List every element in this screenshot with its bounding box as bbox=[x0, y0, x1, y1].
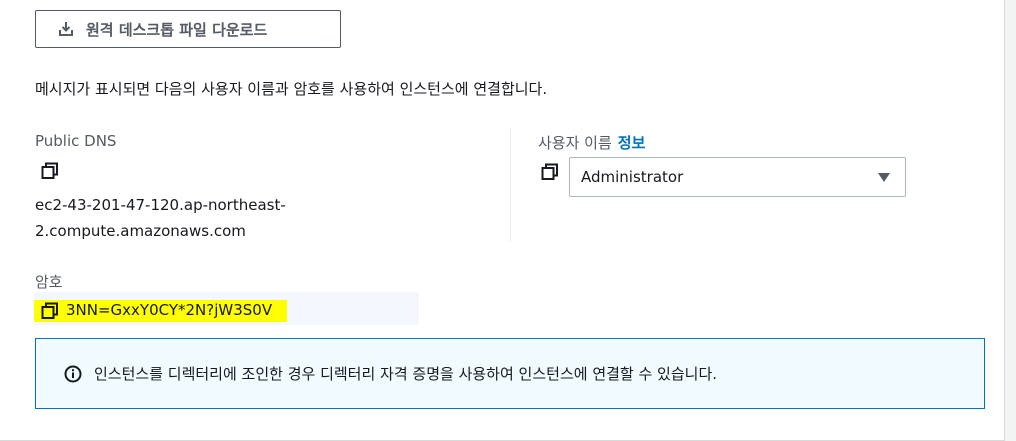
page-background-strip bbox=[1005, 0, 1016, 441]
public-dns-label: Public DNS bbox=[35, 132, 117, 150]
password-row: 3NN=GxxY0CY*2N?jW3S0V bbox=[34, 292, 419, 325]
download-rdp-file-label: 원격 데스크톱 파일 다운로드 bbox=[86, 20, 268, 39]
public-dns-line-1: ec2-43-201-47-120.ap-northeast- bbox=[35, 196, 286, 214]
public-dns-value: ec2-43-201-47-120.ap-northeast- 2.comput… bbox=[35, 192, 335, 244]
username-info-link[interactable]: 정보 bbox=[618, 134, 646, 152]
password-label: 암호 bbox=[35, 273, 63, 291]
connect-instructions: 메시지가 표시되면 다음의 사용자 이름과 암호를 사용하여 인스턴스에 연결합… bbox=[35, 80, 548, 98]
public-dns-line-2: 2.compute.amazonaws.com bbox=[35, 222, 246, 240]
username-select[interactable]: Administrator bbox=[569, 157, 906, 197]
username-label-text: 사용자 이름 bbox=[538, 134, 612, 152]
username-label: 사용자 이름 정보 bbox=[538, 132, 645, 153]
download-rdp-file-button[interactable]: 원격 데스크톱 파일 다운로드 bbox=[35, 10, 341, 48]
info-alert: 인스턴스를 디렉터리에 조인한 경우 디렉터리 자격 증명을 사용하여 인스턴스… bbox=[35, 338, 985, 409]
copy-password-icon[interactable] bbox=[41, 302, 59, 320]
info-icon bbox=[64, 365, 82, 382]
username-selected-value: Administrator bbox=[581, 168, 684, 186]
caret-down-icon bbox=[878, 173, 890, 182]
password-value: 3NN=GxxY0CY*2N?jW3S0V bbox=[66, 301, 273, 319]
connect-panel: 원격 데스크톱 파일 다운로드 메시지가 표시되면 다음의 사용자 이름과 암호… bbox=[0, 0, 1005, 441]
download-icon bbox=[59, 22, 73, 36]
copy-dns-icon[interactable] bbox=[41, 162, 59, 180]
copy-username-icon[interactable] bbox=[541, 163, 559, 181]
column-divider bbox=[510, 128, 511, 242]
info-alert-text: 인스턴스를 디렉터리에 조인한 경우 디렉터리 자격 증명을 사용하여 인스턴스… bbox=[94, 365, 718, 383]
